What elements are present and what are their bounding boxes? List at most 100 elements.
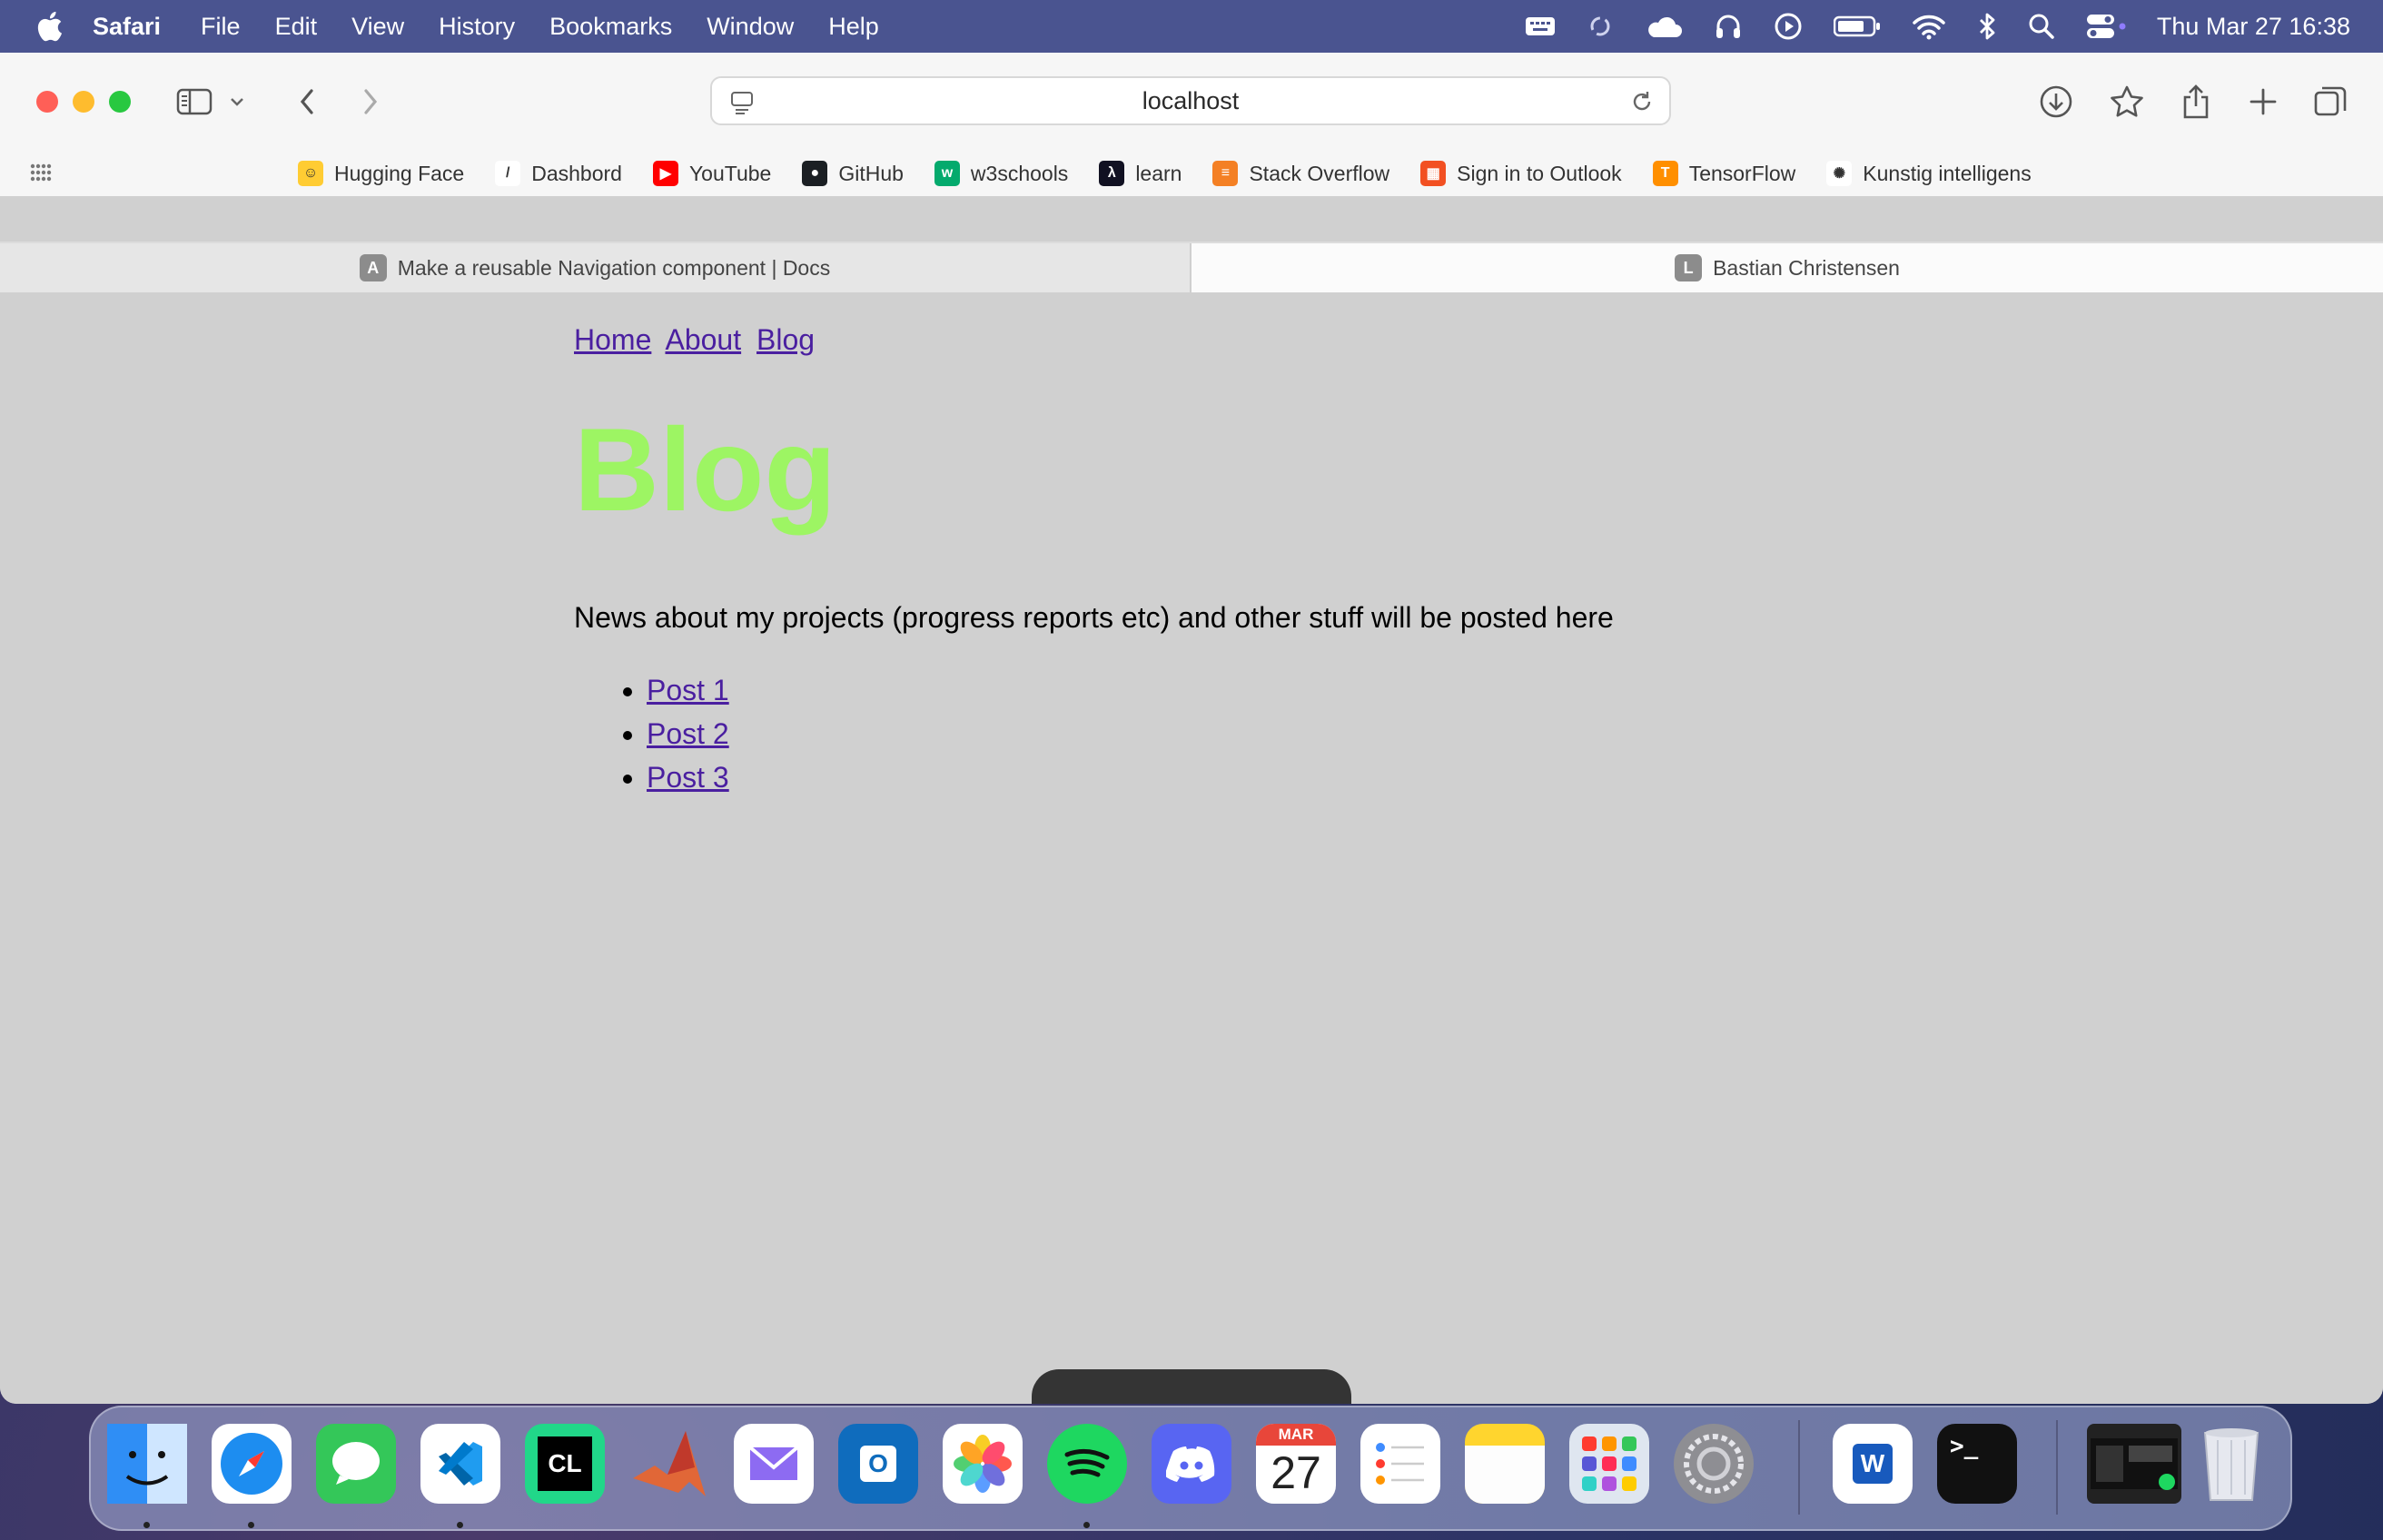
bookmark-label: learn [1135,161,1182,185]
bookmark-label: Dashbord [531,161,622,185]
bookmark-stack-overflow[interactable]: ≡ Stack Overflow [1212,161,1389,186]
running-indicator [1083,1522,1090,1528]
dock: CL O MAR 27 W >_ [89,1406,2292,1531]
nav-link-about[interactable]: About [665,323,741,356]
headphones-icon[interactable] [1714,12,1743,41]
photos-icon[interactable] [943,1424,1023,1504]
hugging-face-icon: ☺ [298,161,323,186]
matlab-icon[interactable] [629,1424,709,1504]
tab-navigation-docs[interactable]: A Make a reusable Navigation component |… [0,243,1192,292]
address-bar[interactable]: localhost [710,76,1671,125]
nav-link-blog[interactable]: Blog [756,323,815,356]
screenshot-preview-icon[interactable] [2087,1424,2181,1504]
window-controls [36,91,145,113]
reminders-icon[interactable] [1360,1424,1440,1504]
spotify-icon[interactable] [1047,1424,1127,1504]
messages-icon[interactable] [316,1424,396,1504]
share-icon[interactable] [2174,80,2218,123]
bookmark-label: GitHub [838,161,904,185]
outlook-icon[interactable]: O [838,1424,918,1504]
wifi-icon[interactable] [1912,13,1946,40]
terminal-icon[interactable]: >_ [1937,1424,2017,1504]
stack-overflow-icon: ≡ [1212,161,1239,186]
finder-icon[interactable] [107,1424,187,1504]
menu-file[interactable]: File [201,13,241,41]
tab-title: Make a reusable Navigation component | D… [397,255,831,280]
downloads-icon[interactable] [2034,80,2078,123]
battery-icon[interactable] [1833,15,1881,38]
sync-icon[interactable] [1587,13,1614,40]
post-link-3[interactable]: Post 3 [647,761,729,794]
spotlight-search-icon[interactable] [2028,13,2055,40]
bookmark-star-icon[interactable] [2105,80,2149,123]
discord-icon[interactable] [1152,1424,1231,1504]
word-icon[interactable]: W [1833,1424,1913,1504]
tab-group-chevron-down-icon[interactable] [223,80,251,123]
launchpad-icon[interactable] [1569,1424,1649,1504]
menu-window[interactable]: Window [707,13,794,41]
dock-separator [1798,1420,1800,1515]
forward-chevron-icon[interactable] [349,80,392,123]
system-settings-icon[interactable] [1674,1424,1754,1504]
mail-icon[interactable] [734,1424,814,1504]
nav-link-home[interactable]: Home [574,323,651,356]
bookmark-github[interactable]: ● GitHub [802,161,904,186]
zoom-window-button[interactable] [109,91,131,113]
tab-title: Bastian Christensen [1713,255,1900,280]
back-chevron-icon[interactable] [285,80,329,123]
safari-window: localhost ☺ Hugging Face / Dashbord ▶ YouTube… [0,53,2383,1404]
tab-bastian-christensen[interactable]: L Bastian Christensen [1192,243,2383,292]
openai-icon: ✺ [1826,161,1853,186]
notes-icon[interactable] [1465,1424,1545,1504]
post-list: Post 1 Post 2 Post 3 [574,668,729,799]
cloud-icon[interactable] [1645,14,1683,39]
floating-toolbar[interactable] [1032,1369,1351,1404]
bookmark-tensorflow[interactable]: T TensorFlow [1652,161,1796,186]
bluetooth-icon[interactable] [1977,12,1997,41]
vscode-icon[interactable] [420,1424,500,1504]
safari-icon[interactable] [212,1424,292,1504]
play-icon[interactable] [1774,12,1803,41]
favorites-grid-icon[interactable] [29,163,53,183]
apple-menu-icon[interactable] [35,10,64,43]
page-menu-icon[interactable] [730,90,756,115]
learn-icon: λ [1099,161,1125,186]
bookmark-label: TensorFlow [1688,161,1796,185]
tab-favicon: A [359,254,387,281]
menu-app-name[interactable]: Safari [93,13,161,41]
new-tab-plus-icon[interactable] [2241,80,2285,123]
youtube-icon: ▶ [652,161,678,186]
bookmark-sign-in-to-outlook[interactable]: ▦ Sign in to Outlook [1420,161,1622,186]
calendar-icon[interactable]: MAR 27 [1256,1424,1336,1504]
menu-view[interactable]: View [351,13,404,41]
running-indicator [248,1522,254,1528]
bookmark-label: w3schools [970,161,1069,185]
bookmark-dashbord[interactable]: / Dashbord [495,161,622,186]
tab-overview-icon[interactable] [2309,80,2352,123]
keyboard-icon[interactable] [1525,15,1556,38]
close-window-button[interactable] [36,91,58,113]
clion-icon[interactable]: CL [525,1424,605,1504]
post-link-2[interactable]: Post 2 [647,717,729,750]
safari-toolbar: localhost [0,53,2383,151]
menu-history[interactable]: History [439,13,515,41]
menu-edit[interactable]: Edit [275,13,318,41]
tab-favicon: L [1675,254,1703,281]
address-bar-url: localhost [1142,86,1240,114]
sidebar-toggle-icon[interactable] [173,80,216,123]
menu-bookmarks[interactable]: Bookmarks [549,13,672,41]
bookmark-youtube[interactable]: ▶ YouTube [652,161,771,186]
post-link-1[interactable]: Post 1 [647,674,729,706]
list-item: Post 3 [647,755,729,799]
bookmark-kunstig-intelligens[interactable]: ✺ Kunstig intelligens [1826,161,2032,186]
menu-bar-clock[interactable]: Thu Mar 27 16:38 [2157,13,2350,41]
control-center-icon[interactable] [2086,13,2126,40]
reload-icon[interactable] [1629,89,1655,114]
trash-icon[interactable] [2191,1424,2271,1504]
bookmark-learn[interactable]: λ learn [1099,161,1182,186]
bookmark-label: Sign in to Outlook [1457,161,1622,185]
bookmark-hugging-face[interactable]: ☺ Hugging Face [298,161,464,186]
menu-help[interactable]: Help [828,13,879,41]
minimize-window-button[interactable] [73,91,94,113]
bookmark-w3schools[interactable]: w w3schools [934,161,1068,186]
